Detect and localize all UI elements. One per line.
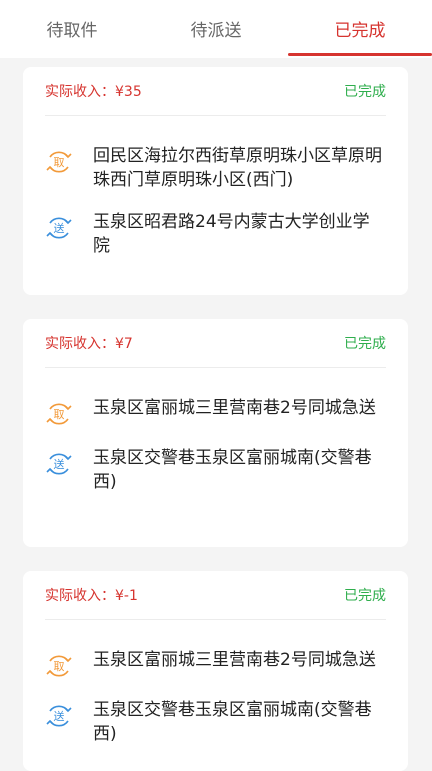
pickup-row: 取 玉泉区富丽城三里营南巷2号同城急送 xyxy=(45,648,386,680)
income-label: 实际收入：¥35 xyxy=(45,84,142,100)
order-card[interactable]: 实际收入：¥7 已完成 取 玉泉区富丽城三里营南巷2号同城急送 送 玉泉区交警巷… xyxy=(23,319,408,547)
order-card[interactable]: 实际收入：¥35 已完成 取 回民区海拉尔西街草原明珠小区草原明珠西门草原明珠小… xyxy=(23,67,408,295)
status-badge: 已完成 xyxy=(344,588,386,604)
order-card[interactable]: 实际收入：¥-1 已完成 取 玉泉区富丽城三里营南巷2号同城急送 送 玉泉区交警… xyxy=(23,571,408,771)
tab-pending-delivery[interactable]: 待派送 xyxy=(144,0,288,58)
pickup-address: 玉泉区富丽城三里营南巷2号同城急送 xyxy=(93,650,376,670)
address-block: 取 玉泉区富丽城三里营南巷2号同城急送 送 玉泉区交警巷玉泉区富丽城南(交警巷西… xyxy=(45,396,386,494)
deliver-row: 送 玉泉区交警巷玉泉区富丽城南(交警巷西) xyxy=(45,698,386,746)
pickup-row: 取 回民区海拉尔西街草原明珠小区草原明珠西门草原明珠小区(西门) xyxy=(45,144,386,192)
tab-pending-pickup[interactable]: 待取件 xyxy=(0,0,144,58)
order-card-header: 实际收入：¥35 已完成 xyxy=(45,67,386,116)
order-card-header: 实际收入：¥-1 已完成 xyxy=(45,571,386,620)
status-tabs: 待取件 待派送 已完成 xyxy=(0,0,432,58)
pickup-icon: 取 xyxy=(46,151,72,173)
address-block: 取 玉泉区富丽城三里营南巷2号同城急送 送 玉泉区交警巷玉泉区富丽城南(交警巷西… xyxy=(45,648,386,746)
svg-text:取: 取 xyxy=(54,156,65,169)
svg-text:送: 送 xyxy=(54,221,65,235)
deliver-row: 送 玉泉区昭君路24号内蒙古大学创业学院 xyxy=(45,210,386,258)
svg-text:取: 取 xyxy=(54,660,65,673)
pickup-icon: 取 xyxy=(46,403,72,425)
status-badge: 已完成 xyxy=(344,336,386,352)
address-block: 取 回民区海拉尔西街草原明珠小区草原明珠西门草原明珠小区(西门) 送 玉泉区昭君… xyxy=(45,144,386,258)
order-card-header: 实际收入：¥7 已完成 xyxy=(45,319,386,368)
deliver-icon: 送 xyxy=(46,705,72,727)
income-label: 实际收入：¥7 xyxy=(45,336,133,352)
status-badge: 已完成 xyxy=(344,84,386,100)
deliver-icon: 送 xyxy=(46,453,72,475)
deliver-address: 玉泉区昭君路24号内蒙古大学创业学院 xyxy=(93,212,370,256)
svg-text:送: 送 xyxy=(54,457,65,471)
income-label: 实际收入：¥-1 xyxy=(45,588,138,604)
deliver-row: 送 玉泉区交警巷玉泉区富丽城南(交警巷西) xyxy=(45,446,386,494)
pickup-icon: 取 xyxy=(46,655,72,677)
pickup-address: 回民区海拉尔西街草原明珠小区草原明珠西门草原明珠小区(西门) xyxy=(93,146,382,190)
deliver-address: 玉泉区交警巷玉泉区富丽城南(交警巷西) xyxy=(93,700,372,744)
deliver-icon: 送 xyxy=(46,217,72,239)
svg-text:送: 送 xyxy=(54,709,65,723)
tab-completed[interactable]: 已完成 xyxy=(288,0,432,58)
deliver-address: 玉泉区交警巷玉泉区富丽城南(交警巷西) xyxy=(93,448,372,492)
pickup-address: 玉泉区富丽城三里营南巷2号同城急送 xyxy=(93,398,376,418)
pickup-row: 取 玉泉区富丽城三里营南巷2号同城急送 xyxy=(45,396,386,428)
svg-text:取: 取 xyxy=(54,408,65,421)
